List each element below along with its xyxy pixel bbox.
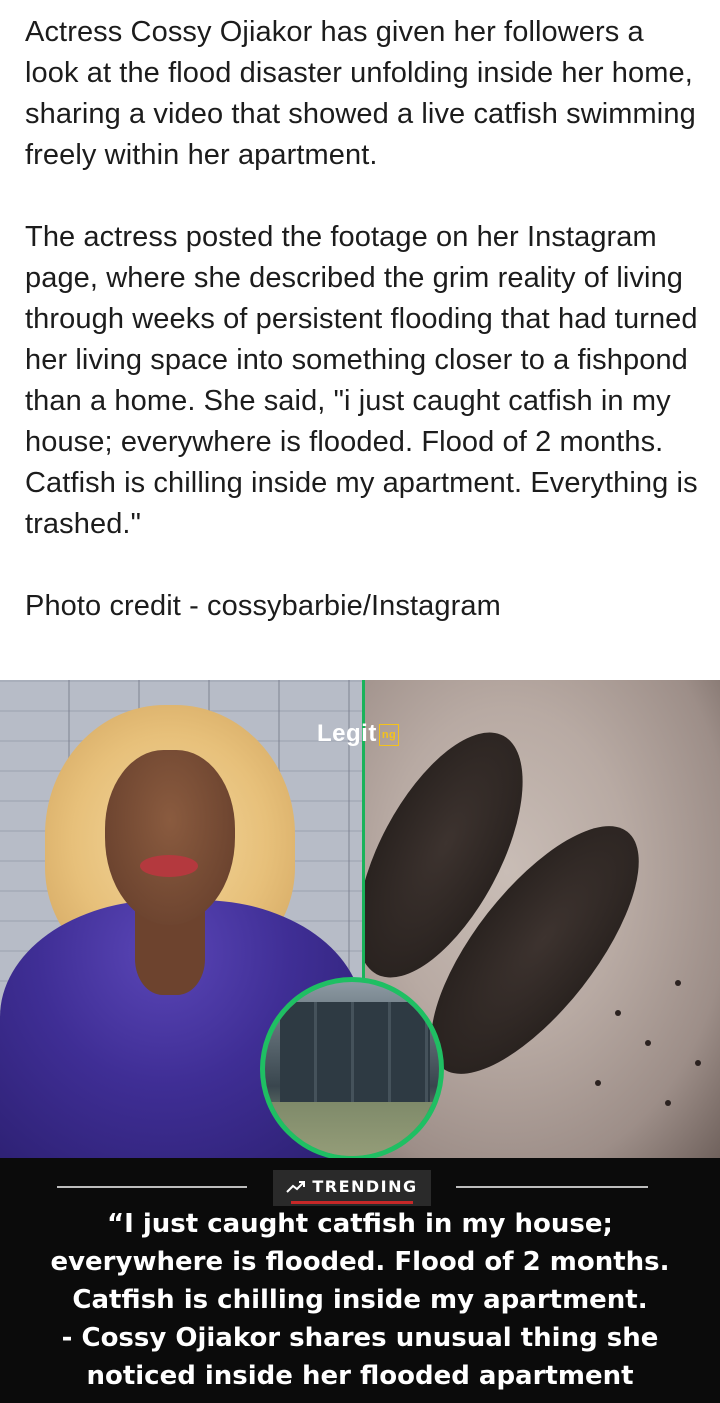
headline-quote: “I just caught catfish in my house; ever… — [20, 1205, 700, 1395]
article-paragraph-quote: The actress posted the footage on her In… — [25, 221, 698, 540]
article-paragraph-intro: Actress Cossy Ojiakor has given her foll… — [25, 16, 696, 171]
quote-line: everywhere is flooded. Flood of 2 months… — [50, 1247, 670, 1277]
article-body: Actress Cossy Ojiakor has given her foll… — [25, 12, 705, 627]
trending-up-icon — [286, 1180, 306, 1193]
divider-left — [57, 1186, 247, 1188]
article-image[interactable]: Legit ng TRENDING “I just caught catfish … — [0, 680, 720, 1403]
flooded-gate-inset — [260, 977, 444, 1161]
trending-tag: TRENDING — [273, 1170, 431, 1206]
quote-line: - Cossy Ojiakor shares unusual thing she — [61, 1323, 659, 1353]
quote-line: noticed inside her flooded apartment — [86, 1361, 634, 1391]
photo-credit: Photo credit - cossybarbie/Instagram — [25, 590, 501, 622]
legit-logo: Legit ng — [317, 720, 400, 748]
quote-line: “I just caught catfish in my house; — [107, 1209, 613, 1239]
trending-underline — [291, 1201, 413, 1204]
trending-banner: TRENDING “I just caught catfish in my ho… — [0, 1158, 720, 1403]
divider-right — [456, 1186, 648, 1188]
trending-label: TRENDING — [312, 1177, 418, 1196]
quote-line: Catfish is chilling inside my apartment. — [72, 1285, 648, 1315]
